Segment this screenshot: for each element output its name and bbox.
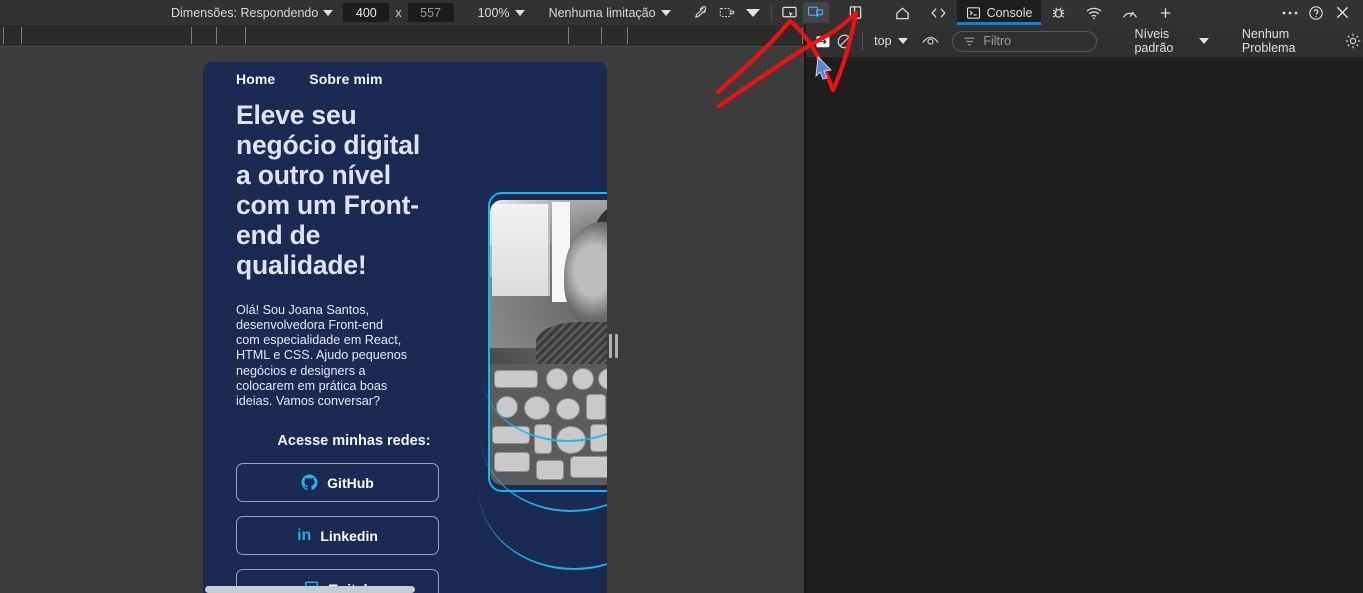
duplicate-frames-icon[interactable] xyxy=(802,2,829,23)
dimensions-label: Dimensões: Respondendo xyxy=(171,5,319,20)
clear-console-icon[interactable] xyxy=(835,31,856,52)
close-x-icon[interactable] xyxy=(1329,2,1355,23)
horizontal-scrollbar[interactable] xyxy=(205,586,415,593)
nav-link-sobre-mim[interactable]: Sobre mim xyxy=(309,71,382,87)
execution-context-dropdown[interactable]: top xyxy=(870,34,911,48)
console-toolbar-divider xyxy=(862,32,864,50)
ruler-tick xyxy=(601,27,602,44)
ellipsis-dots xyxy=(1282,11,1298,14)
console-terminal-icon xyxy=(966,6,980,19)
nav-link-home[interactable]: Home xyxy=(236,71,275,87)
tab-network[interactable] xyxy=(1076,0,1112,25)
log-levels-label: Níveis padrão xyxy=(1134,27,1174,55)
toolbar-divider xyxy=(770,4,772,21)
ruler-tick xyxy=(245,27,246,44)
chevron-down-icon xyxy=(323,9,334,16)
page-intro-paragraph: Olá! Sou Joana Santos, desenvolvedora Fr… xyxy=(236,302,408,409)
social-button-github-label: GitHub xyxy=(327,474,374,491)
sidebar-toggle-icon[interactable] xyxy=(814,31,832,52)
github-icon xyxy=(301,474,318,491)
question-circle-icon[interactable] xyxy=(1303,2,1329,23)
issues-counter[interactable]: Nenhum Problema xyxy=(1242,27,1325,55)
tab-console-label: Console xyxy=(986,5,1033,20)
plus-icon xyxy=(1161,7,1171,18)
code-brackets-icon xyxy=(930,7,946,18)
chevron-down-icon xyxy=(745,8,760,17)
chevron-down-icon xyxy=(514,9,525,16)
ruler-tick xyxy=(802,27,803,44)
ruler-tick xyxy=(216,27,217,44)
chevron-down-icon xyxy=(897,38,908,44)
social-section-title: Acesse minhas redes: xyxy=(277,433,431,450)
device-ruler-bar xyxy=(0,25,805,46)
screenshot-root: Dimensões: Respondendo x 100% Nenhuma li… xyxy=(0,0,1363,593)
toolbar-overflow-caret[interactable] xyxy=(740,2,766,23)
screen-cursor-icon[interactable] xyxy=(777,2,803,23)
log-levels-dropdown[interactable]: Níveis padrão xyxy=(1130,27,1212,55)
console-output-pane[interactable] xyxy=(806,57,1363,593)
emulated-page-frame[interactable]: Home Sobre mim Eleve seu negócio digital… xyxy=(203,62,607,593)
network-wifi-icon xyxy=(1086,7,1102,19)
size-separator: x xyxy=(395,5,402,20)
filter-icon xyxy=(964,37,975,45)
ruler-tick xyxy=(627,27,628,44)
camera-screenshot-icon[interactable] xyxy=(714,2,740,23)
dimensions-dropdown[interactable]: Dimensões: Respondendo xyxy=(166,0,338,25)
tab-home[interactable] xyxy=(885,0,920,25)
bug-icon xyxy=(1053,6,1065,18)
social-button-linkedin-label: Linkedin xyxy=(320,527,378,544)
ruler-bar-lower xyxy=(0,46,805,58)
filter-placeholder: Filtro xyxy=(983,34,1012,48)
gear-icon[interactable] xyxy=(1342,31,1363,52)
ellipsis-icon[interactable] xyxy=(1277,2,1303,23)
throttling-dropdown[interactable]: Nenhuma limitação xyxy=(544,0,676,25)
performance-gauge-icon xyxy=(1123,11,1138,18)
viewport-resize-handle[interactable] xyxy=(608,333,619,359)
execution-context-label: top xyxy=(874,34,892,48)
viewport-height-input[interactable] xyxy=(407,3,454,22)
pane-divider[interactable] xyxy=(804,25,806,593)
live-expression-eye-icon[interactable] xyxy=(921,31,942,52)
social-button-linkedin[interactable]: in Linkedin xyxy=(236,516,439,556)
viewport-size-fields[interactable]: x xyxy=(338,0,458,25)
chevron-down-icon xyxy=(1198,38,1209,44)
zoom-dropdown[interactable]: 100% xyxy=(473,0,530,25)
ruler-tick xyxy=(568,27,569,44)
page-title: Eleve seu negócio digital a outro nível … xyxy=(236,100,420,280)
device-emulation-toolbar: Dimensões: Respondendo x 100% Nenhuma li… xyxy=(0,0,1363,25)
zoom-level-label: 100% xyxy=(477,5,510,20)
console-filter-input[interactable]: Filtro xyxy=(952,30,1098,52)
ruler-tick xyxy=(21,27,22,44)
tab-inspector[interactable] xyxy=(920,0,957,25)
site-nav: Home Sobre mim xyxy=(203,62,607,87)
tab-console[interactable]: Console xyxy=(956,0,1042,25)
console-toolbar: top Filtro Níveis padrão Nenhum Problema xyxy=(806,25,1363,57)
eyedropper-icon[interactable] xyxy=(688,2,714,23)
ruler-tick xyxy=(3,27,4,44)
home-icon xyxy=(895,6,909,19)
throttling-label: Nenhuma limitação xyxy=(548,5,656,20)
tab-debugger[interactable] xyxy=(1041,0,1076,25)
dock-side-panel-icon[interactable] xyxy=(843,2,869,23)
viewport-width-input[interactable] xyxy=(343,3,390,22)
add-panel-button[interactable] xyxy=(1148,0,1183,25)
portfolio-site: Home Sobre mim Eleve seu negócio digital… xyxy=(203,62,607,593)
chevron-down-icon xyxy=(660,9,671,16)
social-button-github[interactable]: GitHub xyxy=(236,463,439,503)
linkedin-icon: in xyxy=(297,526,312,544)
tab-performance[interactable] xyxy=(1112,0,1148,25)
ruler-tick xyxy=(191,27,192,44)
